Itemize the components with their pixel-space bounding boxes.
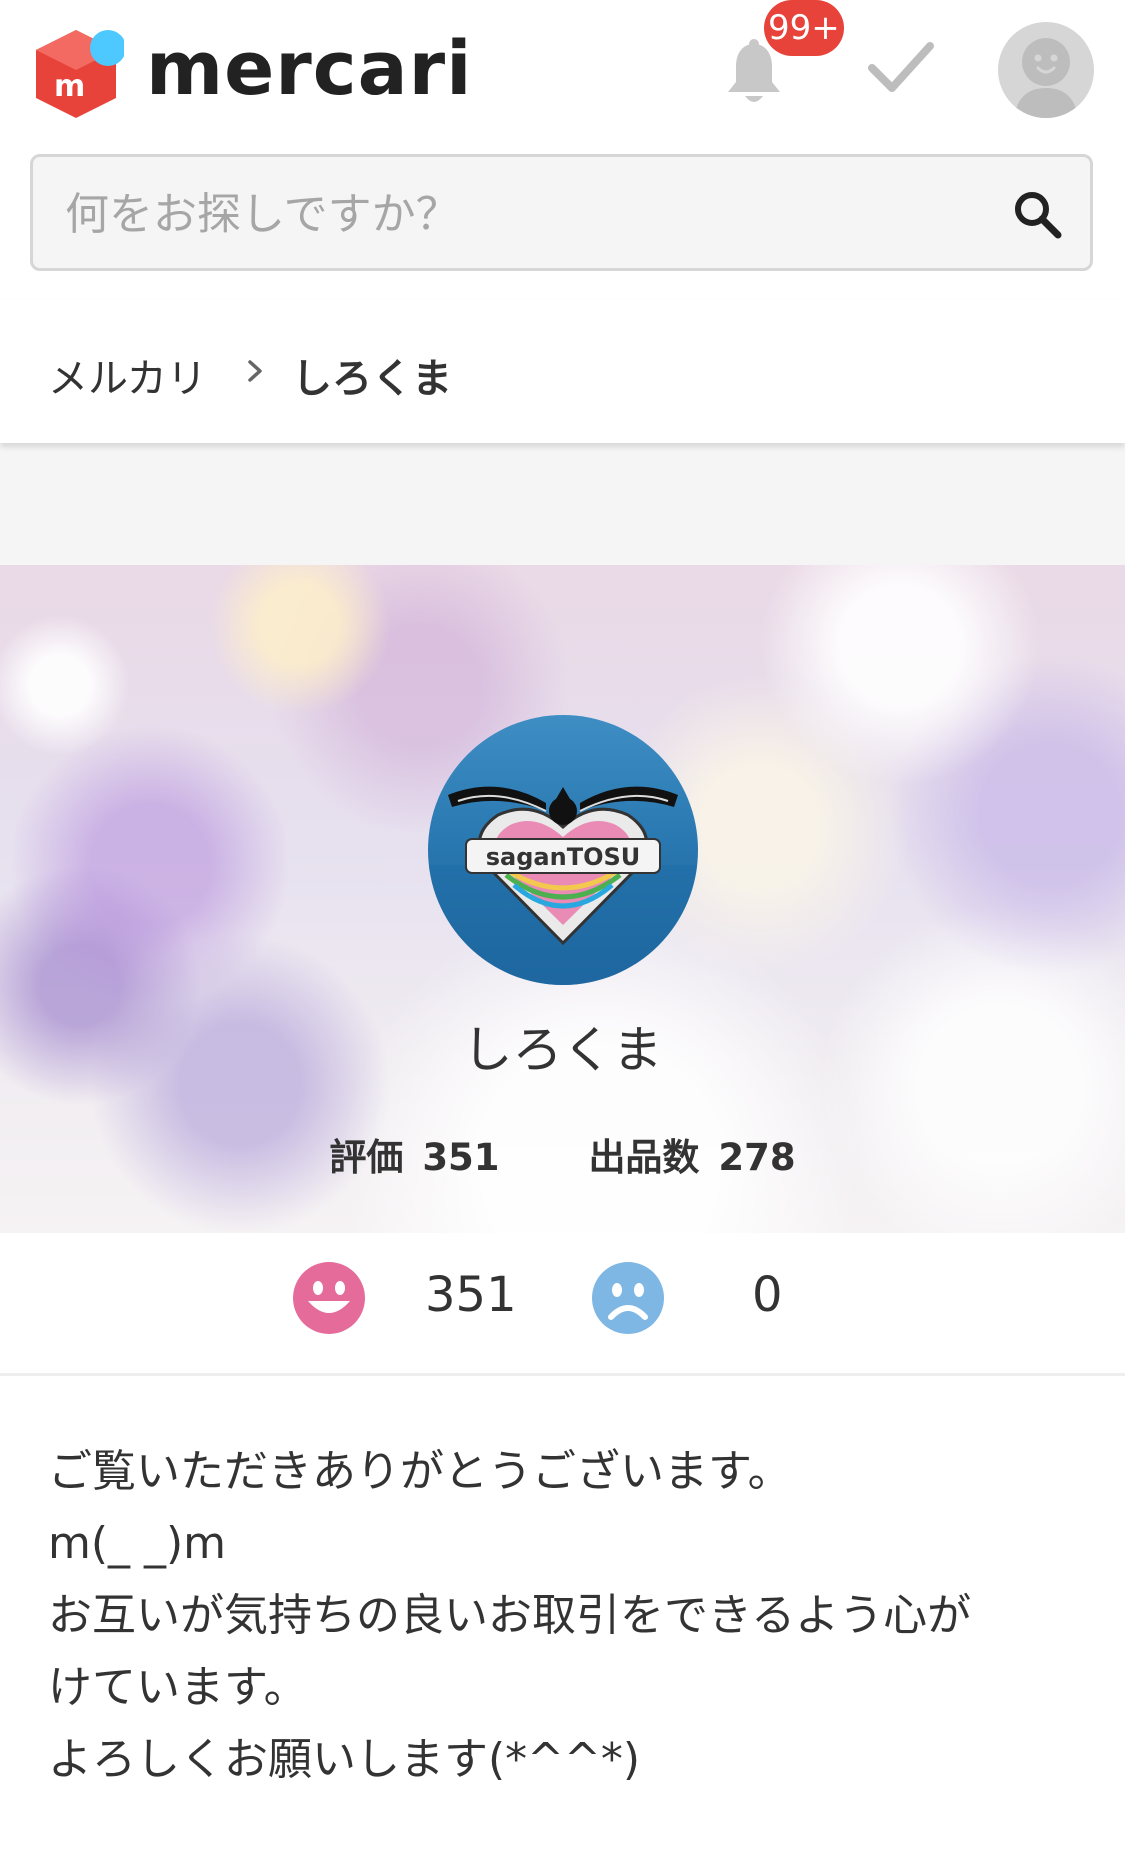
rating-stat[interactable]: 評価 351 — [329, 1127, 499, 1181]
smile-face-icon — [293, 1262, 365, 1334]
bio-line: お互いが気持ちの良いお取引をできるよう心が — [48, 1590, 972, 1641]
sad-face-icon — [592, 1262, 664, 1334]
listings-label: 出品数 — [588, 1136, 700, 1179]
mercari-logo[interactable]: m mercari — [28, 18, 471, 128]
search-input[interactable] — [63, 175, 987, 253]
user-avatar-icon — [1014, 38, 1078, 118]
notification-badge: 99+ — [764, 0, 844, 56]
ratings-summary: 351 0 — [0, 1233, 1125, 1376]
listings-count: 278 — [718, 1136, 796, 1179]
bad-rating-count: 0 — [752, 1267, 783, 1323]
profile-bio: ご覧いただきありがとうございます。 m(_ _)m お互いが気持ちの良いお取引を… — [48, 1436, 1088, 1796]
good-rating-count: 351 — [425, 1267, 517, 1323]
bio-line: m(_ _)m — [48, 1518, 227, 1569]
check-icon[interactable] — [866, 38, 936, 98]
spacer-band — [0, 443, 1125, 565]
profile-avatar: saganTOSU — [428, 715, 698, 985]
search-icon[interactable] — [1010, 187, 1066, 243]
breadcrumb-home[interactable]: メルカリ — [48, 346, 207, 404]
bio-line: よろしくお願いします(*^^*) — [48, 1734, 641, 1785]
team-emblem-text: saganTOSU — [486, 843, 641, 871]
profile-name: しろくま — [462, 1021, 663, 1079]
search-bar — [30, 154, 1093, 271]
mercari-logo-icon: m — [36, 30, 124, 118]
chevron-right-icon — [248, 360, 262, 382]
bio-line: けています。 — [48, 1662, 308, 1713]
bio-line: ご覧いただきありがとうございます。 — [48, 1446, 792, 1497]
logo-text: mercari — [146, 26, 473, 112]
team-emblem-icon: saganTOSU — [428, 786, 698, 985]
header: m mercari 99+ — [0, 0, 1125, 302]
rating-label: 評価 — [329, 1136, 404, 1179]
svg-text:m: m — [54, 69, 85, 104]
rating-count: 351 — [422, 1136, 500, 1179]
profile-stats: 評価 351 出品数 278 — [0, 1127, 1125, 1181]
breadcrumb: メルカリ しろくま — [0, 300, 1125, 443]
user-avatar[interactable] — [998, 22, 1094, 118]
profile-hero: saganTOSU しろくま 評価 351 出品数 278 — [0, 565, 1125, 1233]
listings-stat[interactable]: 出品数 278 — [588, 1127, 795, 1181]
breadcrumb-current: しろくま — [292, 356, 452, 402]
